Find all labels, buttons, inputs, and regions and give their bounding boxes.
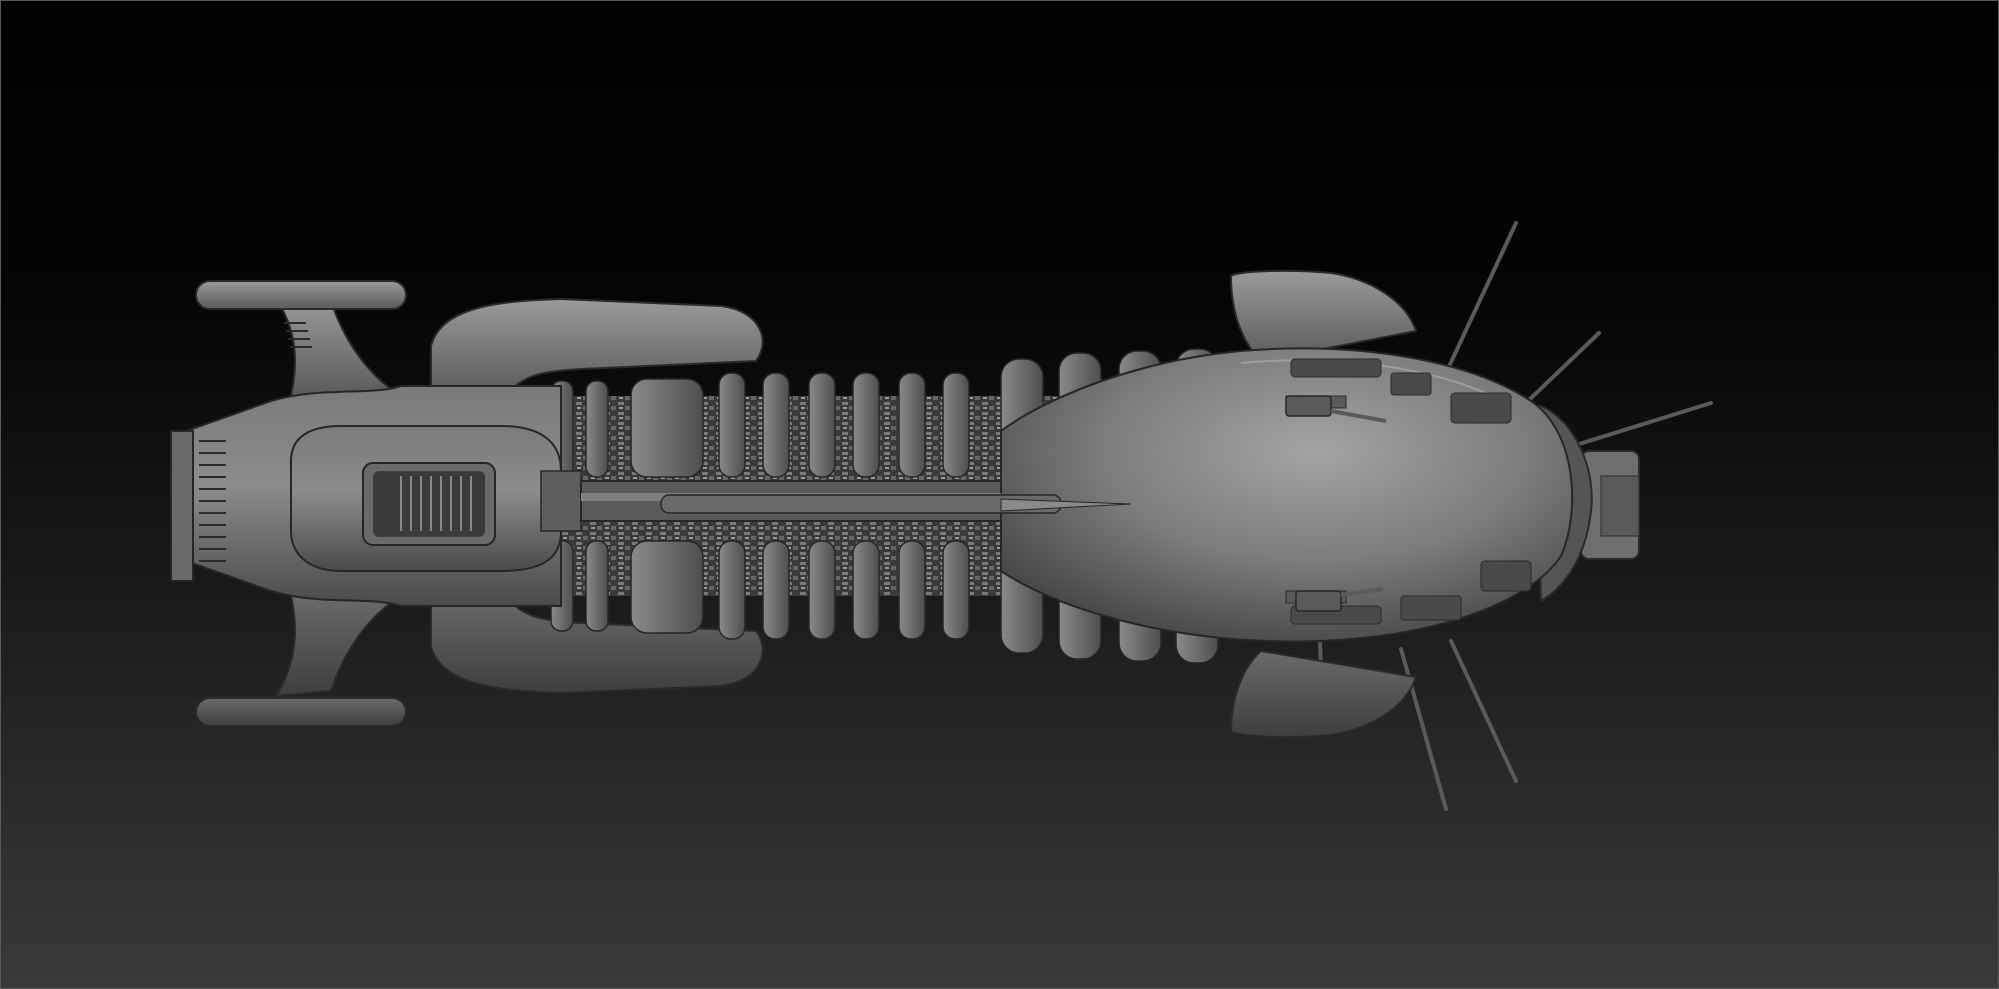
- spaceship-model: [170, 221, 1713, 811]
- turret-housing: [290, 425, 582, 572]
- viewport-canvas[interactable]: [0, 0, 1999, 989]
